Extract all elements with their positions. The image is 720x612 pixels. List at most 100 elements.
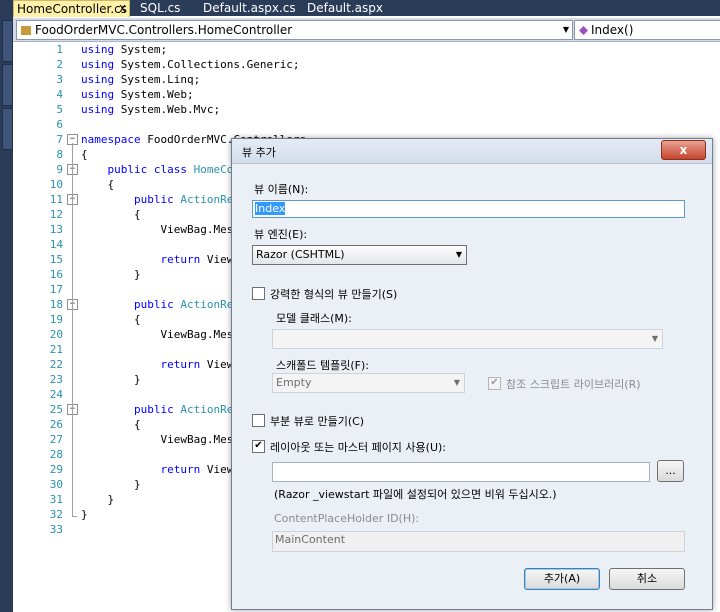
code-text: public ActionRe [133, 403, 234, 416]
layout-label: 레이아웃 또는 마스터 페이지 사용(U): [270, 441, 447, 454]
code-text: { [133, 313, 141, 326]
code-text: { [107, 178, 115, 191]
scaffold-label: 스캐폴드 템플릿(F): [276, 359, 369, 372]
code-text: using System; [81, 43, 168, 56]
method-icon [579, 26, 588, 35]
partial-view-checkbox[interactable] [252, 414, 265, 427]
line-number: 7 [56, 133, 63, 146]
line-number: 1 [56, 43, 63, 56]
dialog-title: 뷰 추가 [242, 146, 276, 159]
code-text: return View [160, 463, 234, 476]
code-text: return View [160, 358, 234, 371]
line-number: 5 [56, 103, 63, 116]
properties-tab[interactable] [2, 108, 13, 150]
code-text: } [133, 478, 141, 491]
fold-guide [72, 143, 73, 516]
line-number: 28 [49, 448, 63, 461]
line-number: 23 [49, 373, 63, 386]
strongly-typed-label: 강력한 형식의 뷰 만들기(S) [270, 288, 398, 301]
code-text: } [81, 508, 88, 521]
navigation-bar: FoodOrderMVC.Controllers.HomeController … [13, 18, 720, 42]
code-text: using System.Web; [81, 88, 194, 101]
tab-default-aspx[interactable]: Default.aspx [307, 0, 383, 16]
line-number: 8 [56, 148, 63, 161]
layout-checkbox[interactable]: ✔ [252, 440, 265, 453]
chevron-down-icon: ▼ [453, 378, 460, 387]
line-number: 26 [49, 418, 63, 431]
close-button[interactable]: x [661, 140, 706, 160]
strongly-typed-checkbox[interactable] [252, 287, 265, 300]
placeholder-id-input[interactable]: MainContent [272, 531, 685, 552]
code-text: public ActionRe [133, 193, 234, 206]
layout-path-input[interactable] [272, 462, 650, 482]
code-text: ViewBag.Mes [160, 328, 234, 341]
code-text: { [81, 148, 88, 161]
dialog-titlebar: 뷰 추가 x [232, 139, 712, 164]
toolbox-tab[interactable] [2, 20, 13, 62]
tab-sql[interactable]: SQL.cs [140, 0, 180, 16]
line-number: 12 [49, 208, 63, 221]
partial-view-label: 부분 뷰로 만들기(C) [270, 415, 365, 428]
tab-homecontroller[interactable]: HomeController.cs [13, 0, 130, 17]
chevron-down-icon: ▼ [455, 250, 462, 259]
code-text: return View [160, 253, 234, 266]
code-text: } [133, 373, 141, 386]
script-libs-label: 참조 스크립트 라이브러리(R) [506, 378, 641, 391]
server-explorer-tab[interactable] [2, 64, 13, 106]
layout-hint: (Razor _viewstart 파일에 설정되어 있으면 비워 두십시오.) [274, 488, 557, 501]
code-text: using System.Web.Mvc; [81, 103, 221, 116]
line-number: 31 [49, 493, 63, 506]
browse-button[interactable]: ... [657, 460, 684, 482]
line-number: 29 [49, 463, 63, 476]
line-number: 4 [56, 88, 63, 101]
view-name-input[interactable]: Index [252, 200, 685, 218]
placeholder-id-value: MainContent [275, 533, 346, 546]
document-tab-bar: HomeController.cs x SQL.cs Default.aspx.… [13, 0, 720, 17]
fold-guide-end [72, 516, 77, 517]
code-text: ViewBag.Mes [160, 433, 234, 446]
code-text: using System.Collections.Generic; [81, 58, 300, 71]
member-dropdown-value: Index() [591, 23, 634, 37]
code-text: } [107, 493, 115, 506]
code-text: { [133, 208, 141, 221]
left-tool-strip [0, 0, 13, 612]
view-engine-value: Razor (CSHTML) [256, 248, 345, 261]
class-dropdown[interactable]: FoodOrderMVC.Controllers.HomeController … [16, 20, 573, 40]
model-class-select[interactable]: ▼ [272, 329, 663, 349]
tab-close-icon[interactable]: x [119, 0, 126, 16]
line-number: 22 [49, 358, 63, 371]
line-number: 6 [56, 118, 63, 131]
line-number: 13 [49, 223, 63, 236]
model-class-label: 모델 클래스(M): [276, 312, 352, 325]
code-text: public ActionRe [133, 298, 234, 311]
add-button[interactable]: 추가(A) [524, 568, 600, 590]
line-number: 32 [49, 508, 63, 521]
line-number: 9 [56, 163, 63, 176]
add-view-dialog: 뷰 추가 x 뷰 이름(N): Index 뷰 엔진(E): Razor (CS… [231, 138, 713, 610]
cancel-button[interactable]: 취소 [609, 568, 685, 590]
script-libs-checkbox[interactable]: ✔ [488, 377, 501, 390]
view-name-label: 뷰 이름(N): [254, 183, 309, 196]
line-number: 14 [49, 238, 63, 251]
class-dropdown-value: FoodOrderMVC.Controllers.HomeController [35, 23, 293, 37]
view-engine-select[interactable]: Razor (CSHTML) ▼ [252, 245, 467, 265]
line-number: 11 [49, 193, 63, 206]
tab-default-aspx-cs[interactable]: Default.aspx.cs [203, 0, 296, 16]
class-icon [21, 26, 31, 35]
line-number: 3 [56, 73, 63, 86]
line-number: 19 [49, 313, 63, 326]
code-text: ViewBag.Mes [160, 223, 234, 236]
view-engine-label: 뷰 엔진(E): [254, 228, 308, 241]
line-number: 30 [49, 478, 63, 491]
line-number: 15 [49, 253, 63, 266]
line-number: 18 [49, 298, 63, 311]
code-text: using System.Linq; [81, 73, 201, 86]
code-text: { [133, 418, 141, 431]
line-number: 16 [49, 268, 63, 281]
line-number: 20 [49, 328, 63, 341]
line-number: 2 [56, 58, 63, 71]
scaffold-select[interactable]: Empty ▼ [272, 373, 465, 393]
line-number: 24 [49, 388, 63, 401]
member-dropdown[interactable]: Index() [574, 20, 720, 40]
view-name-value: Index [255, 202, 286, 215]
